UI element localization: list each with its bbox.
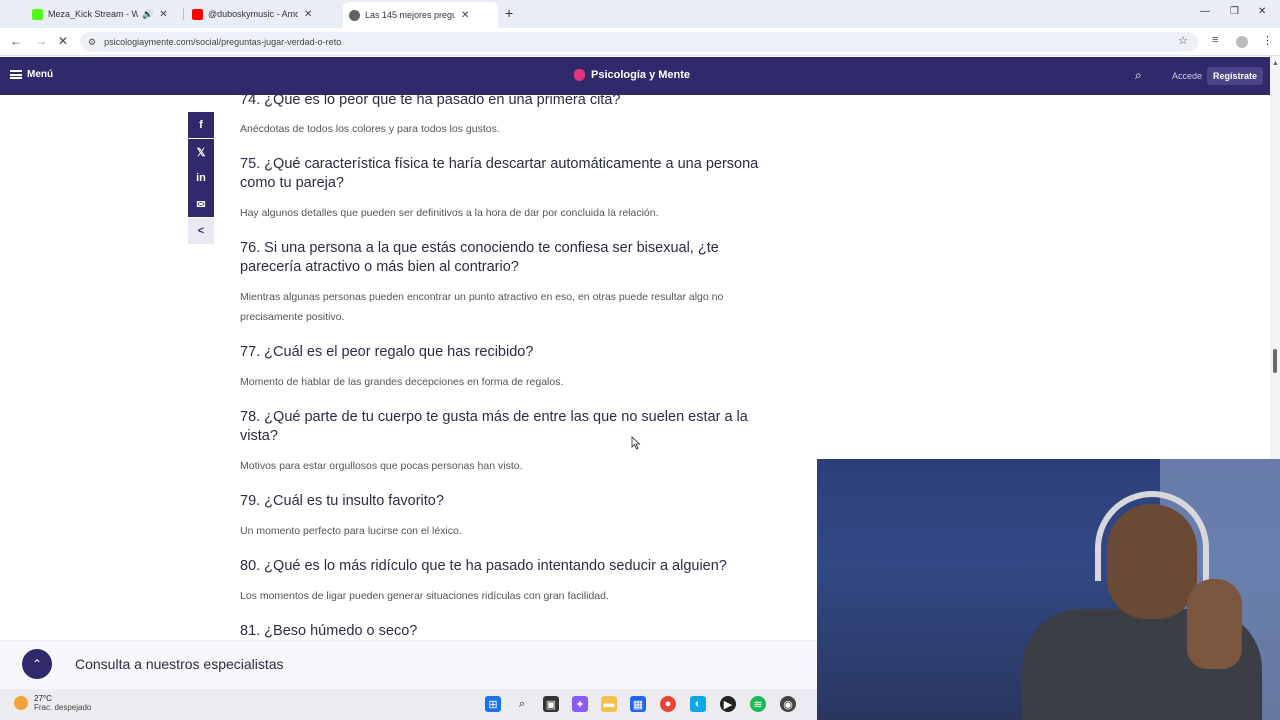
close-icon[interactable]: ✕ [159,9,167,20]
question-heading: 81. ¿Beso húmedo o seco? [240,623,418,639]
answer-text: Hay algunos detalles que pueden ser defi… [240,207,659,219]
answer-text: Los momentos de ligar pueden generar sit… [240,590,609,602]
windows-taskbar: 27°C Frac. despejado ⊞ ⌕ ▣ ✦ ▬ ▦ ● ◐ ▶ ≋… [0,689,817,720]
register-button[interactable]: Regístrate [1207,67,1264,85]
edge-icon[interactable]: ◐ [690,696,706,712]
tab-youtube[interactable]: @duboskymusic - Amor De Ba ✕ [186,4,341,24]
site-header: Menú Psicología y Mente ⌕ Accede Regístr… [0,57,1270,95]
tab-kick[interactable]: Meza_Kick Stream - Watch 🔊 ✕ [26,4,181,24]
copilot-icon[interactable]: ✦ [572,696,588,712]
address-bar: ← → ✕ ⚙ psicologiaymente.com/social/preg… [0,28,1280,56]
linkedin-share-icon[interactable]: in [188,165,214,191]
question-heading: 80. ¿Qué es lo más ridículo que te ha pa… [240,558,727,574]
weather-condition: Frac. despejado [34,703,92,712]
youtube-icon [192,8,203,20]
consult-label: Consulta a nuestros especialistas [75,656,284,672]
tab-title: Meza_Kick Stream - Watch [48,9,138,19]
forward-icon[interactable]: → [35,34,47,48]
file-explorer-icon[interactable]: ▬ [601,696,617,712]
minimize-icon[interactable]: — [1200,6,1210,17]
obs-icon[interactable]: ◉ [780,696,796,712]
tab-title: Las 145 mejores preguntas par [365,10,455,20]
menu-label: Menú [27,69,54,80]
brain-logo-icon [574,69,585,81]
url-field[interactable]: ⚙ psicologiaymente.com/social/preguntas-… [80,32,1198,52]
playlist-icon[interactable]: ≡ [1212,34,1218,46]
scroll-thumb[interactable] [1273,349,1277,373]
maximize-icon[interactable]: ❐ [1230,6,1239,17]
tab-psicologia[interactable]: Las 145 mejores preguntas par ✕ [343,2,498,28]
star-icon[interactable]: ☆ [1178,34,1188,47]
hamburger-icon [10,70,22,79]
scroll-up-icon[interactable]: ▲ [1272,60,1279,67]
question-heading: 74. ¿Qué es lo peor que te ha pasado en … [240,92,621,108]
question-heading: 78. ¿Qué parte de tu cuerpo te gusta más… [240,409,748,444]
media-player-icon[interactable]: ▶ [720,696,736,712]
webcam-overlay [817,459,1280,720]
answer-text: Mientras algunas personas pueden encontr… [240,291,724,323]
question-heading: 77. ¿Cuál es el peor regalo que has reci… [240,344,534,360]
search-icon[interactable]: ⌕ [1135,68,1142,83]
question-heading: 79. ¿Cuál es tu insulto favorito? [240,493,444,509]
answer-text: Motivos para estar orgullosos que pocas … [240,460,523,472]
browser-tab-strip: Meza_Kick Stream - Watch 🔊 ✕ @duboskymus… [0,0,1280,28]
close-icon[interactable]: ✕ [461,10,469,21]
menu-button[interactable]: Menú [10,69,53,80]
share-icon[interactable]: < [188,218,214,244]
question-heading: 76. Si una persona a la que estás conoci… [240,240,719,275]
close-icon[interactable]: ✕ [304,9,312,20]
kick-icon [32,8,43,20]
back-icon[interactable]: ← [10,34,22,48]
tab-title: @duboskymusic - Amor De Ba [208,9,298,19]
streamer-hand [1187,579,1242,669]
site-icon [349,9,360,21]
search-taskbar-icon[interactable]: ⌕ [514,696,530,712]
question-heading: 75. ¿Qué característica física te haría … [240,156,759,191]
consult-specialists-bar[interactable]: ⌃ Consulta a nuestros especialistas [0,640,817,689]
spotify-icon[interactable]: ≋ [750,696,766,712]
tab-separator [183,8,184,20]
chrome-icon[interactable]: ● [660,696,676,712]
weather-temp: 27°C [34,694,52,703]
window-close-icon[interactable]: ✕ [1258,6,1266,17]
task-view-icon[interactable]: ▣ [543,696,559,712]
answer-text: Anécdotas de todos los colores y para to… [240,123,500,135]
stop-icon[interactable]: ✕ [58,34,68,48]
chevron-up-icon[interactable]: ⌃ [22,649,52,679]
profile-avatar[interactable] [1236,36,1248,48]
answer-text: Momento de hablar de las grandes decepci… [240,376,564,388]
store-icon[interactable]: ▦ [630,696,646,712]
email-share-icon[interactable]: ✉ [188,191,214,217]
sun-icon [14,696,28,710]
x-share-icon[interactable]: 𝕏 [188,139,214,165]
kebab-menu-icon[interactable]: ⋮ [1262,34,1273,47]
mouse-cursor-icon [631,436,641,450]
weather-widget[interactable]: 27°C Frac. despejado [14,694,91,712]
brand-name: Psicología y Mente [591,69,691,81]
facebook-share-icon[interactable]: f [188,112,214,138]
answer-text: Un momento perfecto para lucirse con el … [240,525,462,537]
new-tab-icon[interactable]: + [505,5,513,21]
brand-logo[interactable]: Psicología y Mente [574,69,690,81]
speaker-icon[interactable]: 🔊 [142,9,153,20]
site-info-icon[interactable]: ⚙ [88,37,96,48]
url-text: psicologiaymente.com/social/preguntas-ju… [104,37,342,47]
windows-start-icon[interactable]: ⊞ [485,696,501,712]
login-link[interactable]: Accede [1172,71,1202,81]
